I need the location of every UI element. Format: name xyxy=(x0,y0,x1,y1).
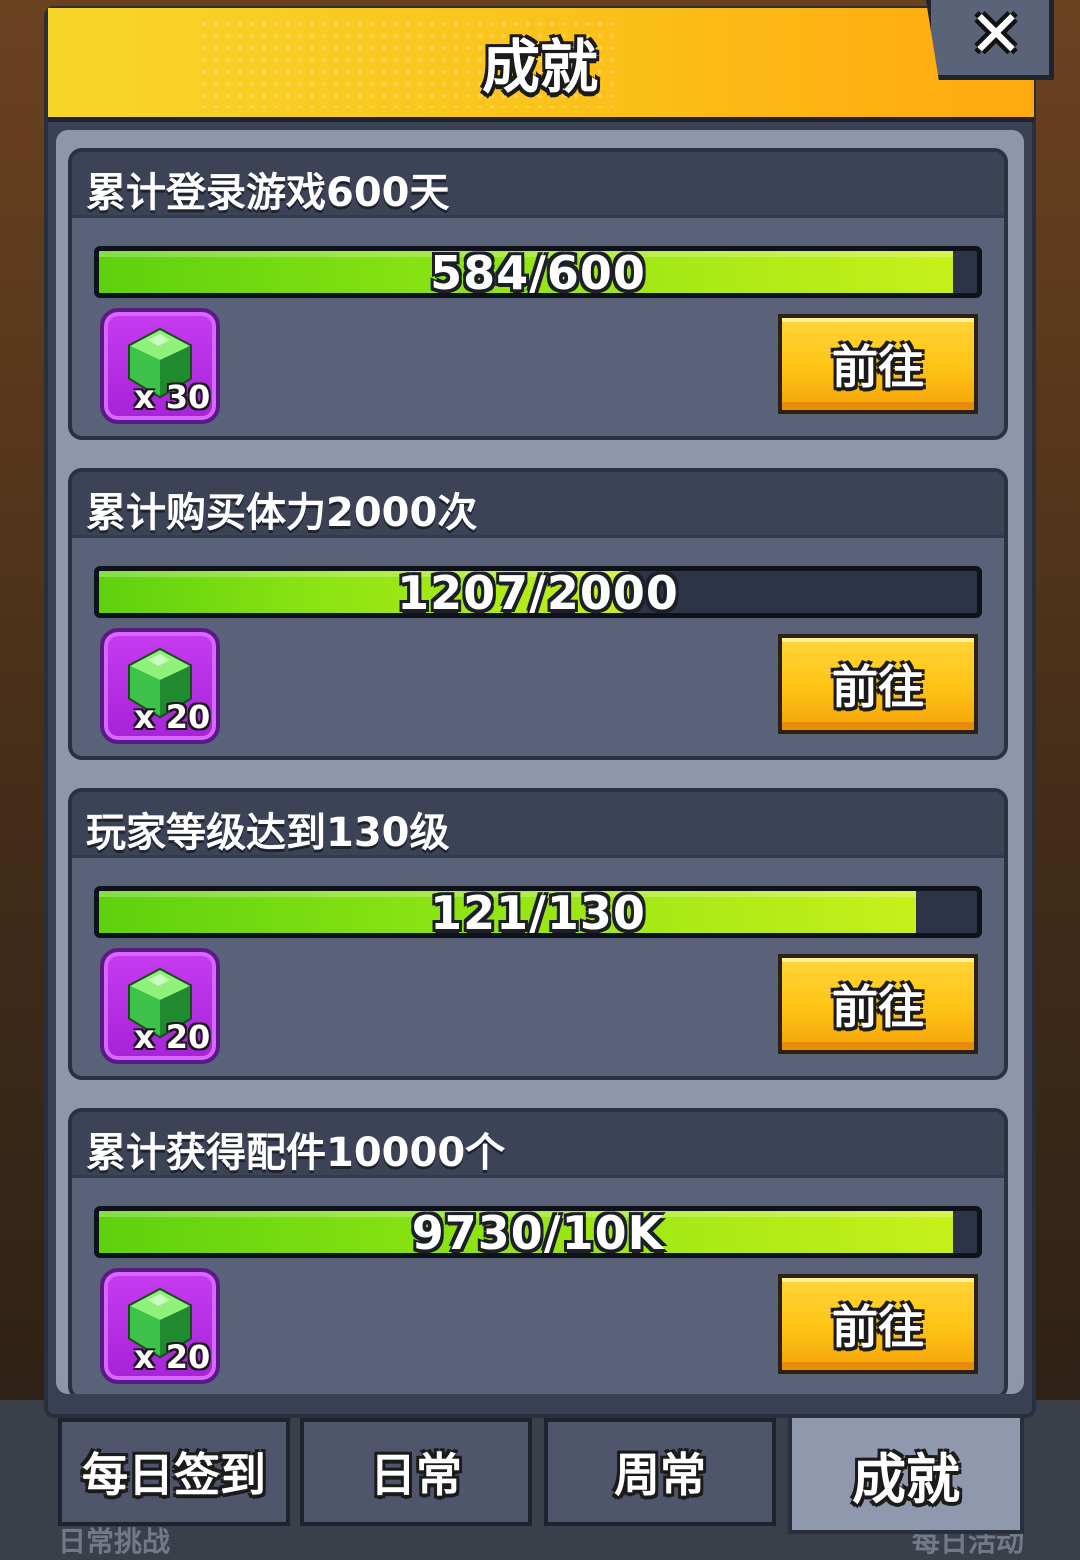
achievement-card: 累计购买体力2000次 1207/2000 x 20 前往 xyxy=(68,468,1008,760)
progress-text: 9730/10K xyxy=(411,1206,665,1258)
card-header: 累计获得配件10000个 xyxy=(72,1112,1004,1178)
achievement-card: 累计登录游戏600天 584/600 x 30 前往 xyxy=(68,148,1008,440)
progress-text: 1207/2000 xyxy=(397,566,679,618)
progress-text: 584/600 xyxy=(430,246,646,298)
tab-weekly[interactable]: 周常 xyxy=(544,1418,776,1526)
reward-item[interactable]: x 30 xyxy=(100,308,220,424)
close-icon: ✕ xyxy=(969,0,1023,72)
go-button-label: 前往 xyxy=(832,1300,924,1354)
achievement-card: 玩家等级达到130级 121/130 x 20 前往 xyxy=(68,788,1008,1080)
go-button-label: 前往 xyxy=(832,980,924,1034)
reward-count: x 30 xyxy=(134,378,211,416)
achievement-title: 累计购买体力2000次 xyxy=(86,490,478,536)
tab-label: 周常 xyxy=(614,1448,706,1502)
tab-label: 每日签到 xyxy=(82,1448,266,1502)
reward-item[interactable]: x 20 xyxy=(100,1268,220,1384)
achievement-title: 累计获得配件10000个 xyxy=(86,1130,506,1176)
go-button[interactable]: 前往 xyxy=(778,634,978,734)
go-button[interactable]: 前往 xyxy=(778,314,978,414)
progress-text: 121/130 xyxy=(430,886,646,938)
go-button-label: 前往 xyxy=(832,660,924,714)
go-button[interactable]: 前往 xyxy=(778,954,978,1054)
progress-bar: 1207/2000 xyxy=(94,566,982,618)
card-header: 累计登录游戏600天 xyxy=(72,152,1004,218)
progress-bar: 121/130 xyxy=(94,886,982,938)
background-label-daily-challenge: 日常挑战 xyxy=(58,1525,171,1558)
tab-label: 日常 xyxy=(370,1448,462,1502)
tab-achievements[interactable]: 成就 xyxy=(788,1414,1024,1534)
card-header: 玩家等级达到130级 xyxy=(72,792,1004,858)
achievement-title: 累计登录游戏600天 xyxy=(86,170,450,216)
tab-label: 成就 xyxy=(852,1447,960,1511)
progress-bar: 9730/10K xyxy=(94,1206,982,1258)
progress-bar: 584/600 xyxy=(94,246,982,298)
reward-count: x 20 xyxy=(134,1338,211,1376)
card-header: 累计购买体力2000次 xyxy=(72,472,1004,538)
reward-count: x 20 xyxy=(134,1018,211,1056)
reward-item[interactable]: x 20 xyxy=(100,948,220,1064)
tab-daily-checkin[interactable]: 每日签到 xyxy=(58,1418,290,1526)
close-button[interactable]: ✕ xyxy=(926,0,1054,80)
achievement-title: 玩家等级达到130级 xyxy=(86,810,450,856)
reward-count: x 20 xyxy=(134,698,211,736)
reward-item[interactable]: x 20 xyxy=(100,628,220,744)
tab-daily[interactable]: 日常 xyxy=(300,1418,532,1526)
page-title: 成就 xyxy=(481,33,598,101)
go-button[interactable]: 前往 xyxy=(778,1274,978,1374)
achievement-card: 累计获得配件10000个 9730/10K x 20 前往 xyxy=(68,1108,1008,1394)
go-button-label: 前往 xyxy=(832,340,924,394)
achievement-list[interactable]: 累计登录游戏600天 584/600 x 30 前往 累计购买体力2000次 1 xyxy=(56,130,1024,1394)
